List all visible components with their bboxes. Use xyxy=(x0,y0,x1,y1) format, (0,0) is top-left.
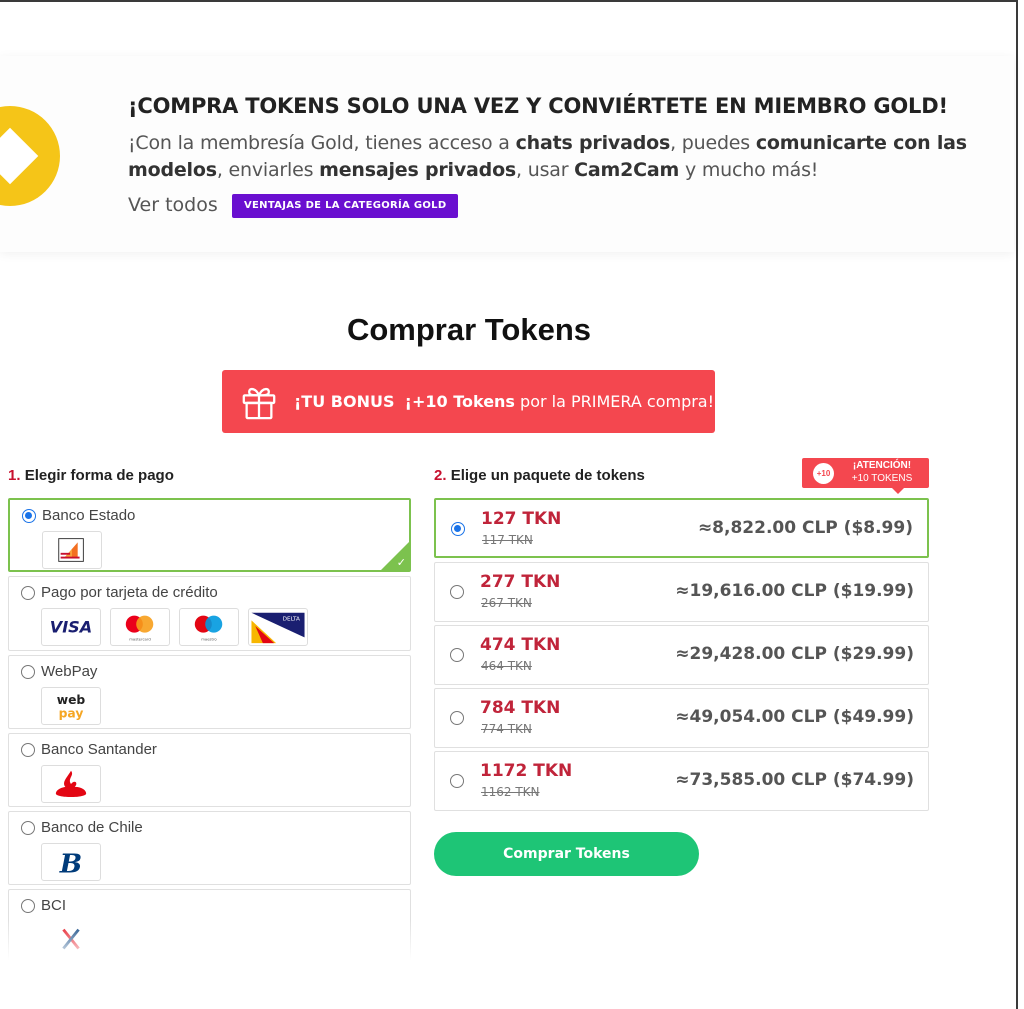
banco-de-chile-logo: B xyxy=(41,843,101,881)
attention-badge: +10 ¡ATENCIÓN! +10 TOKENS xyxy=(802,458,929,494)
gold-benefits-button[interactable]: VENTAJAS DE LA CATEGORÍA GOLD xyxy=(232,194,459,218)
mastercard-logo-text: mastercard xyxy=(129,636,151,641)
gold-banner: ¡COMPRA TOKENS SOLO UNA VEZ Y CONVIÉRTET… xyxy=(0,56,1014,252)
santander-logo xyxy=(41,765,101,803)
package-radio[interactable] xyxy=(450,711,464,725)
mastercard-logo: mastercard xyxy=(110,608,170,646)
webpay-logo-text-pay: pay xyxy=(59,706,84,720)
package-radio[interactable] xyxy=(450,774,464,788)
payment-section-title: 1. Elegir forma de pago xyxy=(8,467,174,484)
payment-credit-card[interactable]: Pago por tarjeta de crédito VISA masterc… xyxy=(8,576,411,651)
svg-text:B: B xyxy=(59,848,82,879)
banco-estado-logo xyxy=(42,531,102,569)
attention-line1: ¡ATENCIÓN! xyxy=(852,460,912,471)
payment-label: Banco Estado xyxy=(42,507,136,524)
radio-banco-de-chile[interactable] xyxy=(21,821,35,835)
package-price: ≈8,822.00 CLP ($8.99) xyxy=(697,518,913,538)
webpay-logo: web pay xyxy=(41,687,101,725)
gold-description: ¡Con la membresía Gold, tienes acceso a … xyxy=(128,132,967,181)
see-all-link[interactable]: Ver todos xyxy=(128,194,218,216)
radio-banco-estado[interactable] xyxy=(22,509,36,523)
window-right-border xyxy=(1016,0,1018,1009)
package-old-tokens: 117 TKN xyxy=(482,533,533,547)
bonus-text: ¡TU BONUS ¡+10 Tokens por la PRIMERA com… xyxy=(294,392,715,411)
package-tokens: 474 TKN xyxy=(480,635,561,655)
package-radio[interactable] xyxy=(451,522,465,536)
page-title: Comprar Tokens xyxy=(346,312,592,347)
payment-label: WebPay xyxy=(41,663,98,680)
package-old-tokens: 267 TKN xyxy=(481,596,532,610)
package-radio[interactable] xyxy=(450,648,464,662)
payment-label: BCI xyxy=(41,897,67,914)
payment-webpay[interactable]: WebPay web pay xyxy=(8,655,411,729)
package-price: ≈29,428.00 CLP ($29.99) xyxy=(675,644,914,664)
package-tokens: 784 TKN xyxy=(480,698,561,718)
radio-banco-santander[interactable] xyxy=(21,743,35,757)
package-tokens: 277 TKN xyxy=(480,572,561,592)
webpay-logo-text-web: web xyxy=(57,693,86,707)
package-tokens: 1172 TKN xyxy=(480,761,573,781)
payment-label: Banco Santander xyxy=(41,741,157,758)
gold-diamond-icon xyxy=(0,106,60,206)
badge-tail xyxy=(892,488,904,494)
token-package[interactable]: 474 TKN 464 TKN ≈29,428.00 CLP ($29.99) xyxy=(434,625,929,685)
check-icon: ✓ xyxy=(396,557,406,569)
bonus-banner: ¡TU BONUS ¡+10 Tokens por la PRIMERA com… xyxy=(222,370,715,433)
window-top-border xyxy=(0,0,1016,2)
bonus-badge-icon: +10 xyxy=(813,463,834,484)
package-price: ≈49,054.00 CLP ($49.99) xyxy=(675,707,914,727)
visa-logo: VISA xyxy=(41,608,101,646)
token-package[interactable]: 277 TKN 267 TKN ≈19,616.00 CLP ($19.99) xyxy=(434,562,929,622)
payment-banco-de-chile[interactable]: Banco de Chile B xyxy=(8,811,411,885)
package-old-tokens: 774 TKN xyxy=(481,722,532,736)
package-old-tokens: 464 TKN xyxy=(481,659,532,673)
attention-line2: +10 TOKENS xyxy=(851,473,913,484)
list-fade-overlay xyxy=(0,920,420,1009)
payment-banco-santander[interactable]: Banco Santander xyxy=(8,733,411,807)
package-price: ≈73,585.00 CLP ($74.99) xyxy=(675,770,914,790)
gift-icon xyxy=(242,387,276,420)
package-radio[interactable] xyxy=(450,585,464,599)
radio-bci[interactable] xyxy=(21,899,35,913)
delta-logo: DELTA xyxy=(248,608,308,646)
delta-logo-text: DELTA xyxy=(283,616,300,622)
gold-title: ¡COMPRA TOKENS SOLO UNA VEZ Y CONVIÉRTET… xyxy=(128,94,948,118)
buy-tokens-button[interactable]: Comprar Tokens xyxy=(434,832,699,876)
radio-webpay[interactable] xyxy=(21,665,35,679)
maestro-logo-text: maestro xyxy=(201,636,217,641)
package-tokens: 127 TKN xyxy=(481,509,562,529)
token-package[interactable]: 127 TKN 117 TKN ≈8,822.00 CLP ($8.99) xyxy=(434,498,929,558)
radio-credit-card[interactable] xyxy=(21,586,35,600)
payment-banco-estado[interactable]: Banco Estado ✓ xyxy=(8,498,411,572)
packages-section-title: 2. Elige un paquete de tokens xyxy=(434,467,645,484)
token-package[interactable]: 1172 TKN 1162 TKN ≈73,585.00 CLP ($74.99… xyxy=(434,751,929,811)
payment-label: Banco de Chile xyxy=(41,819,143,836)
package-price: ≈19,616.00 CLP ($19.99) xyxy=(675,581,914,601)
payment-label: Pago por tarjeta de crédito xyxy=(41,584,218,601)
token-package[interactable]: 784 TKN 774 TKN ≈49,054.00 CLP ($49.99) xyxy=(434,688,929,748)
package-old-tokens: 1162 TKN xyxy=(481,785,540,799)
maestro-logo: maestro xyxy=(179,608,239,646)
visa-logo-text: VISA xyxy=(50,618,92,637)
